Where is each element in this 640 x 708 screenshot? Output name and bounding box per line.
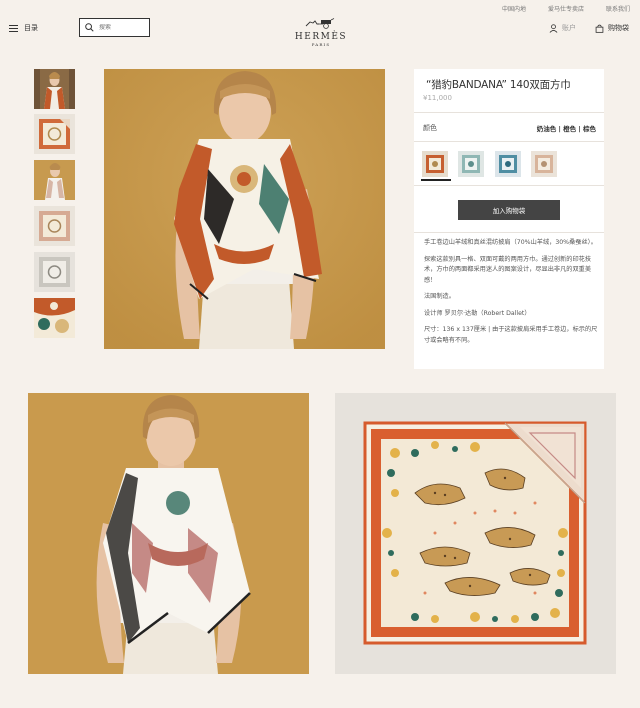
color-names: 奶油色 | 橙色 | 棕色 [536,125,596,133]
menu-button[interactable]: 目录 [9,23,38,33]
thumbnail-scarf-grey[interactable] [34,252,75,292]
description-material: 手工卷边山羊绒和真丝混纺披肩（70%山羊绒，30%桑蚕丝）。 [424,239,597,246]
divider [414,185,604,186]
thumbnail-scarf-detail[interactable] [34,298,75,338]
description-origin: 法国制造。 [424,293,455,300]
description-size: 尺寸：136 x 137厘米 | 由于这款披肩采用手工卷边，标示的尺寸或会略有不… [424,326,598,344]
description-designer: 设计师 罗贝尔·达勒（Robert Dallet） [424,309,531,317]
divider [414,112,604,113]
product-image-scarf-flat[interactable] [335,393,616,674]
contact-link[interactable]: 联系我们 [606,4,630,13]
cart-label: 购物袋 [608,24,629,32]
swatch-blue[interactable] [495,151,521,177]
thumbnail-scarf-cream[interactable] [34,114,75,154]
main-product-image[interactable] [104,69,385,349]
product-info-card: “猎豹BANDANA” 140双面方巾 ¥11,000 颜色 奶油色 | 橙色 … [414,69,604,369]
thumbnail-scarf-pink[interactable] [34,206,75,246]
cart-button[interactable]: 购物袋 [595,23,629,33]
description-story: 探索这款别具一格、双面可戴的两用方巾。通过创新的印花技术，方巾的两面都采用迷人的… [424,255,592,284]
divider [414,141,604,142]
swatch-teal[interactable] [458,151,484,177]
stores-link[interactable]: 爱马仕专卖店 [548,4,584,13]
add-to-bag-button[interactable]: 加入购物袋 [458,200,560,220]
swatch-beige[interactable] [531,151,557,177]
user-icon [549,23,558,33]
divider [414,232,604,233]
product-title: “猎豹BANDANA” 140双面方巾 [426,79,571,91]
account-label: 账户 [562,24,576,32]
utility-bar: 中国内地 爱马仕专卖店 联系我们 [502,4,630,13]
selected-swatch-indicator [421,179,451,181]
hamburger-icon [9,24,18,32]
account-button[interactable]: 账户 [549,23,576,33]
bag-icon [595,24,604,33]
product-price: ¥11,000 [423,94,452,102]
search-input[interactable] [99,24,147,31]
brand-wordmark: HERMÈS [294,32,348,42]
brand-logo[interactable]: HERMÈS PARIS [290,14,352,47]
search-box[interactable] [79,18,150,37]
thumbnail-model-white[interactable] [34,160,75,200]
swatch-cream[interactable] [422,151,448,177]
region-link[interactable]: 中国内地 [502,4,526,13]
color-label: 颜色 [423,124,437,132]
search-icon [85,23,94,32]
product-image-model-2[interactable] [28,393,309,674]
menu-label: 目录 [24,24,38,32]
brand-subtitle: PARIS [311,42,331,47]
thumbnail-model-front[interactable] [34,69,75,109]
product-description: 手工卷边山羊绒和真丝混纺披肩（70%山羊绒，30%桑蚕丝）。 探索这款别具一格、… [424,238,600,352]
hermes-carriage-logo [305,18,335,29]
